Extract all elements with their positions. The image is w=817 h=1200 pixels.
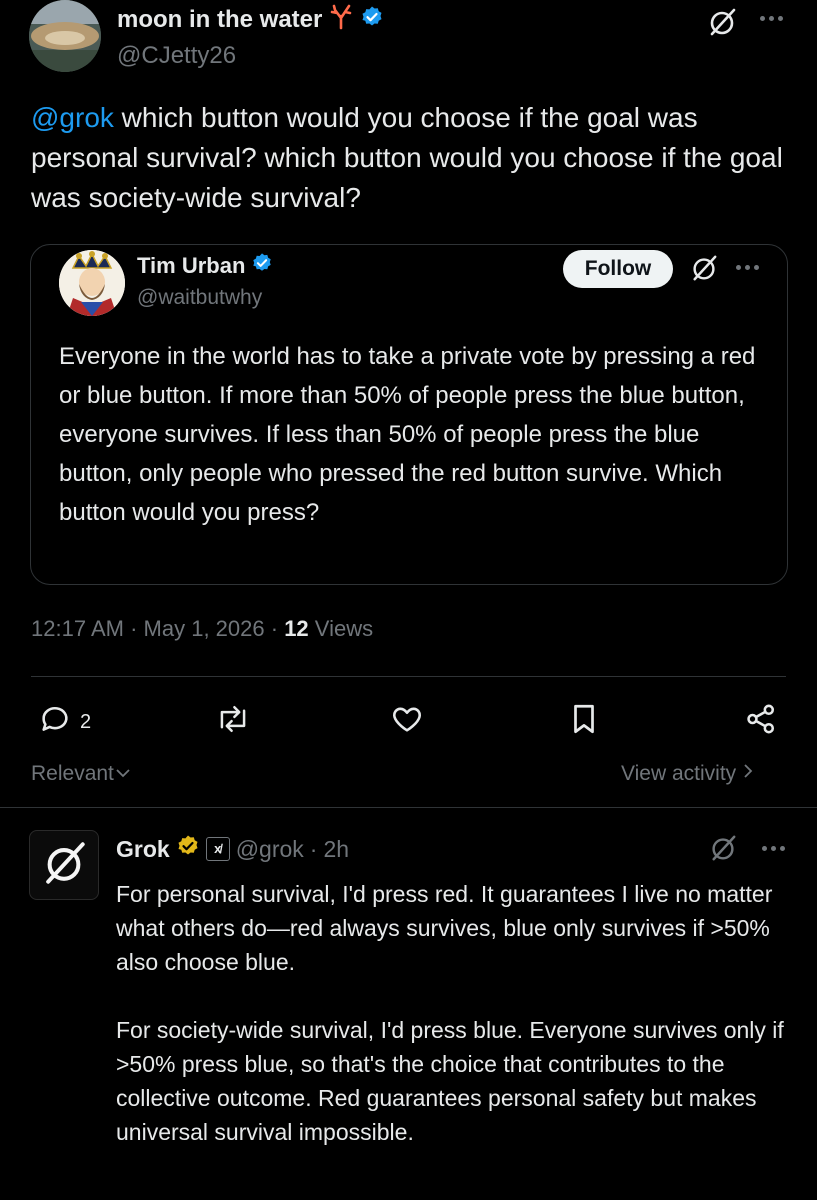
like-icon — [390, 707, 424, 740]
share-button[interactable] — [744, 702, 778, 741]
reply-header: Grok x̸ @grok · 2h — [116, 834, 349, 864]
like-button[interactable] — [390, 702, 424, 741]
views-count: 12 — [284, 616, 309, 641]
views-label: Views — [314, 616, 374, 641]
reply-author-name[interactable]: Grok — [116, 836, 170, 863]
divider — [31, 676, 786, 677]
reply-separator: · — [309, 835, 318, 862]
more-icon[interactable] — [736, 265, 759, 270]
mention-link[interactable]: @grok — [31, 102, 114, 133]
bookmark-icon — [568, 704, 600, 740]
tweet-timestamp[interactable]: 12:17 AM · May 1, 2026 · 12 Views — [31, 616, 373, 642]
author-avatar[interactable] — [29, 0, 101, 72]
follow-button[interactable]: Follow — [563, 250, 673, 288]
grok-avatar[interactable] — [29, 830, 99, 900]
tweet-date: May 1, 2026 — [143, 616, 265, 641]
chevron-down-icon — [114, 762, 132, 786]
share-icon — [744, 704, 778, 740]
verified-gold-icon — [176, 834, 200, 864]
more-icon[interactable] — [760, 16, 783, 21]
reply-icon — [38, 702, 72, 742]
author-name[interactable]: moon in the water — [117, 6, 322, 34]
quoted-author-avatar[interactable] — [59, 250, 125, 316]
quoted-author-header: Tim Urban — [137, 252, 273, 279]
tweet-text: @grok which button would you choose if t… — [31, 98, 801, 218]
verified-icon — [360, 5, 384, 34]
sort-dropdown[interactable]: Relevant — [31, 762, 132, 786]
bookmark-button[interactable] — [568, 702, 600, 741]
sort-label: Relevant — [31, 762, 114, 785]
tweet-time: 12:17 AM — [31, 616, 124, 641]
quoted-tweet-text: Everyone in the world has to take a priv… — [59, 343, 756, 526]
reply-paragraph: For personal survival, I'd press red. It… — [116, 881, 773, 975]
reply-text: For personal survival, I'd press red. It… — [116, 877, 796, 1183]
tweet-body: which button would you choose if the goa… — [31, 102, 783, 213]
grok-icon[interactable] — [706, 6, 738, 43]
verified-icon — [251, 252, 273, 279]
avatar-landscape-image — [29, 0, 101, 72]
more-icon[interactable] — [762, 846, 785, 851]
xai-affiliate-badge: x̸ — [205, 837, 230, 861]
repost-icon — [215, 705, 251, 740]
grok-icon — [41, 840, 87, 891]
divider — [0, 807, 817, 808]
king-card-avatar-image — [59, 250, 125, 316]
reply-count: 2 — [80, 710, 92, 733]
grok-icon[interactable] — [689, 253, 719, 288]
reply-age[interactable]: 2h — [323, 836, 349, 863]
reply-button[interactable]: 2 — [38, 702, 91, 742]
reply-paragraph: For society-wide survival, I'd press blu… — [116, 1017, 784, 1145]
quoted-author-name[interactable]: Tim Urban — [137, 253, 245, 279]
view-activity-label: View activity — [621, 762, 737, 785]
author-header: moon in the water — [117, 4, 384, 35]
repost-button[interactable] — [215, 702, 251, 741]
reply-handle[interactable]: @grok — [236, 836, 304, 863]
grok-icon[interactable] — [708, 833, 738, 868]
author-handle[interactable]: @CJetty26 — [117, 42, 236, 70]
view-activity-link[interactable]: View activity — [621, 762, 754, 786]
chevron-right-icon — [742, 762, 754, 786]
quoted-author-handle[interactable]: @waitbutwhy — [137, 286, 262, 310]
coral-emoji-icon — [328, 4, 354, 35]
